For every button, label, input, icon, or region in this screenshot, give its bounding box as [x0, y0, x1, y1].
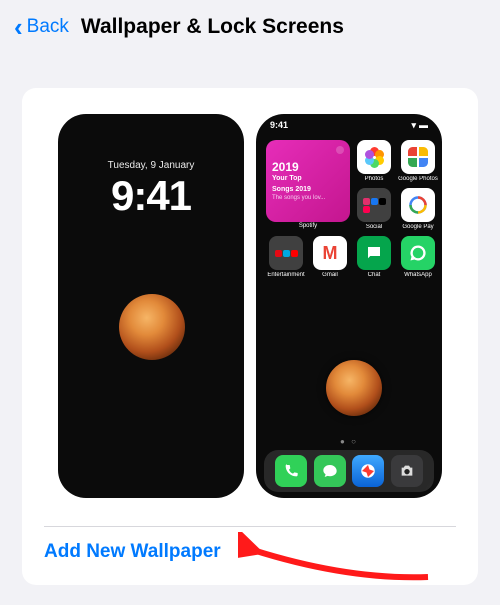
back-label: Back [27, 16, 69, 38]
app-whatsapp[interactable]: WhatsApp [398, 236, 438, 278]
gmail-icon: M [313, 236, 347, 270]
moon-image [326, 360, 382, 416]
dock [264, 450, 434, 492]
page-title: Wallpaper & Lock Screens [81, 15, 344, 39]
camera-app-icon[interactable] [391, 455, 423, 487]
app-gmail[interactable]: M Gmail [310, 236, 350, 278]
widget-line1: Your Top [272, 175, 344, 183]
lock-screen-preview[interactable]: Tuesday, 9 January 9:41 [58, 114, 244, 498]
chevron-left-icon: ‹ [14, 14, 23, 40]
spotify-widget[interactable]: 2019 Your Top Songs 2019 The songs you l… [266, 140, 350, 230]
chat-icon [357, 236, 391, 270]
phone-app-icon[interactable] [275, 455, 307, 487]
widget-sub: The songs you lov... [272, 195, 344, 201]
lock-date: Tuesday, 9 January [58, 160, 244, 171]
spotify-icon [336, 146, 344, 154]
add-new-wallpaper-button[interactable]: Add New Wallpaper [40, 541, 460, 563]
battery-icon: ▬ [419, 120, 428, 130]
app-google-pay[interactable]: Google Pay [398, 188, 438, 230]
whatsapp-icon [401, 236, 435, 270]
home-screen-preview[interactable]: 9:41 ▾▬ 2019 Your Top Songs 2019 The son… [256, 114, 442, 498]
folder-icon [357, 188, 391, 222]
status-bar: 9:41 ▾▬ [256, 120, 442, 131]
app-google-photos[interactable]: Google Photos [398, 140, 438, 182]
lock-time: 9:41 [58, 172, 244, 220]
widget-line2: Songs 2019 [272, 186, 344, 194]
google-photos-icon [401, 140, 435, 174]
folder-icon [269, 236, 303, 270]
photos-icon [357, 140, 391, 174]
app-chat[interactable]: Chat [354, 236, 394, 278]
home-grid: 2019 Your Top Songs 2019 The songs you l… [264, 138, 434, 280]
wifi-icon: ▾ [411, 120, 416, 131]
page-indicator: ● ○ [256, 437, 442, 446]
divider [44, 526, 456, 527]
status-icons: ▾▬ [408, 120, 428, 131]
back-button[interactable]: ‹ Back [14, 14, 69, 40]
navigation-bar: ‹ Back Wallpaper & Lock Screens [0, 0, 500, 58]
app-photos[interactable]: Photos [354, 140, 394, 182]
app-social-folder[interactable]: Social [354, 188, 394, 230]
widget-year: 2019 [272, 161, 344, 173]
wallpaper-previews: Tuesday, 9 January 9:41 9:41 ▾▬ 2019 You… [40, 114, 460, 518]
app-entertainment-folder[interactable]: Entertainment [266, 236, 306, 278]
widget-label: Spotify [266, 223, 350, 229]
wallpaper-card: Tuesday, 9 January 9:41 9:41 ▾▬ 2019 You… [22, 88, 478, 585]
google-pay-icon [401, 188, 435, 222]
messages-app-icon[interactable] [314, 455, 346, 487]
status-time: 9:41 [270, 120, 288, 131]
safari-app-icon[interactable] [352, 455, 384, 487]
moon-image [119, 294, 185, 360]
